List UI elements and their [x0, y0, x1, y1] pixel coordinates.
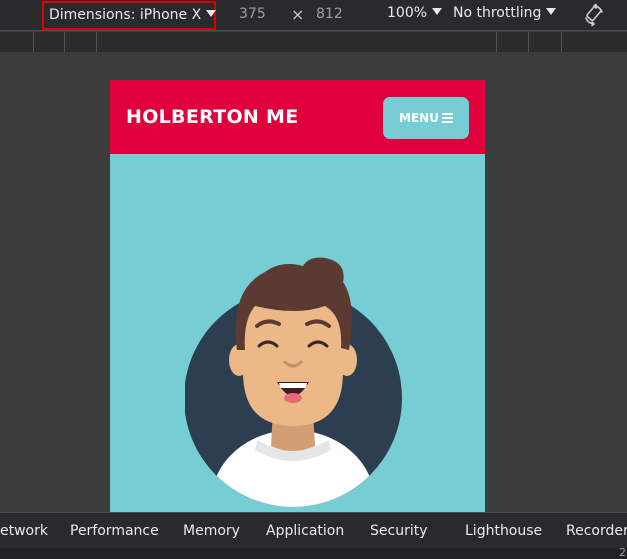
hamburger-icon: [441, 113, 453, 123]
site-header: HOLBERTON ME MENU: [110, 80, 485, 154]
width-input[interactable]: 375: [239, 6, 266, 22]
dropdown-arrow-icon: [206, 10, 217, 17]
status-bar: 2: [0, 546, 627, 559]
site-brand[interactable]: HOLBERTON ME: [126, 106, 299, 128]
dimensions-dropdown[interactable]: Dimensions: iPhone X: [42, 1, 217, 30]
throttling-value: No throttling: [453, 5, 542, 21]
height-input[interactable]: 812: [316, 6, 343, 22]
menu-button[interactable]: MENU: [383, 97, 469, 139]
tab-application[interactable]: Application: [266, 523, 344, 539]
emulated-viewport: HOLBERTON ME MENU: [110, 80, 485, 512]
devtools-tabs: etwork Performance Memory Application Se…: [0, 512, 627, 548]
dimensions-label: Dimensions: iPhone X: [49, 7, 202, 23]
tab-security[interactable]: Security: [370, 523, 428, 539]
device-toolbar: Dimensions: iPhone X 375 × 812 100% No t…: [0, 0, 627, 31]
dropdown-arrow-icon: [546, 8, 557, 15]
tab-lighthouse[interactable]: Lighthouse: [465, 523, 542, 539]
zoom-value: 100%: [387, 5, 428, 21]
media-query-ruler: [0, 32, 627, 52]
tab-performance[interactable]: Performance: [70, 523, 159, 539]
tab-recorder[interactable]: Recorder: [566, 523, 627, 539]
times-icon: ×: [291, 5, 305, 24]
tab-memory[interactable]: Memory: [183, 523, 240, 539]
menu-label: MENU: [399, 111, 439, 125]
zoom-dropdown[interactable]: 100%: [387, 5, 443, 21]
status-mark: 2: [619, 546, 626, 559]
tab-network[interactable]: etwork: [0, 523, 48, 539]
throttling-dropdown[interactable]: No throttling: [453, 5, 557, 21]
avatar-illustration: [185, 257, 402, 507]
rotate-icon[interactable]: [582, 3, 606, 27]
dropdown-arrow-icon: [432, 8, 443, 15]
